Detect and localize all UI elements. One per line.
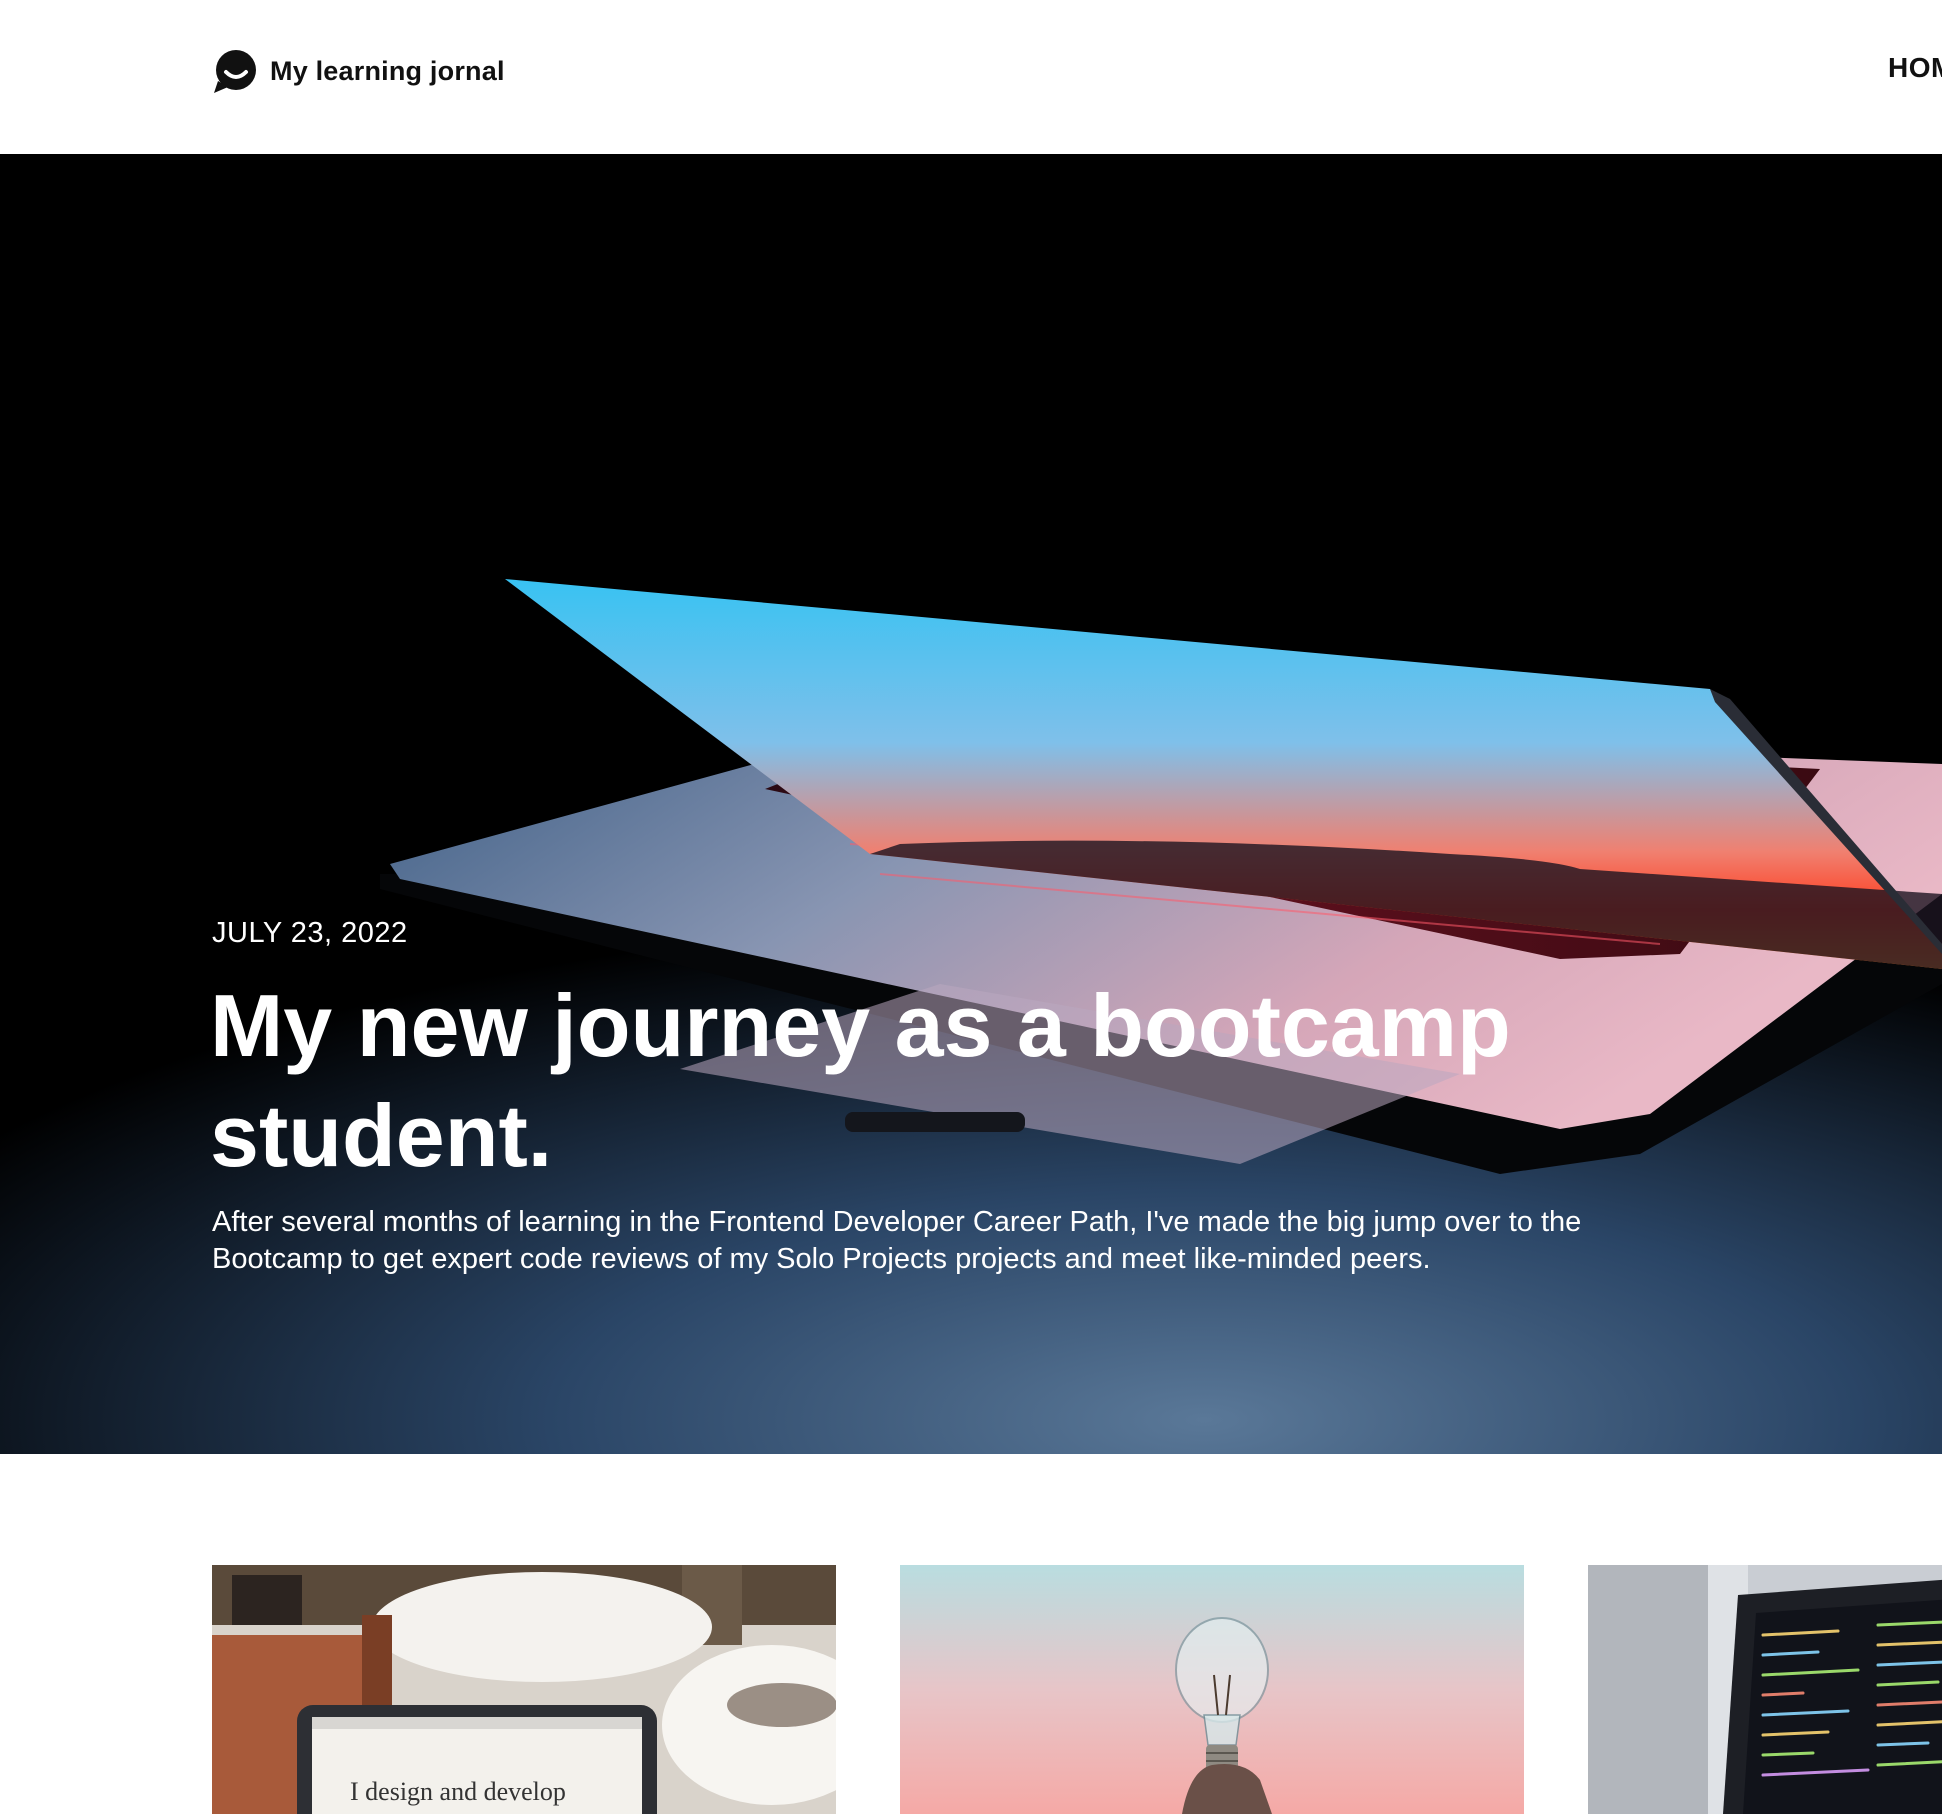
logo-text: My learning jornal xyxy=(270,55,505,86)
post-card-image xyxy=(1588,1565,1942,1814)
chat-bubble-smile-icon xyxy=(214,50,256,93)
main-nav: HOM xyxy=(1888,52,1942,84)
post-card[interactable]: I design and develop xyxy=(212,1565,836,1814)
posts-grid: I design and develop xyxy=(0,1565,1942,1814)
post-title[interactable]: My new journey as a bootcamp student. xyxy=(210,971,1660,1191)
post-card[interactable] xyxy=(1588,1565,1942,1814)
post-card-image: I design and develop xyxy=(212,1565,836,1814)
hero-section: JULY 23, 2022 My new journey as a bootca… xyxy=(0,154,1942,1454)
post-card[interactable] xyxy=(900,1565,1524,1814)
logo-link[interactable]: My learning jornal xyxy=(212,47,505,95)
post-card-image xyxy=(900,1565,1524,1814)
nav-link-home[interactable]: HOM xyxy=(1888,52,1942,84)
card-screen-text: I design and develop xyxy=(350,1777,566,1806)
site-header: My learning jornal HOM xyxy=(0,0,1942,155)
post-description: After several months of learning in the … xyxy=(212,1206,1582,1275)
post-date: JULY 23, 2022 xyxy=(212,917,408,949)
